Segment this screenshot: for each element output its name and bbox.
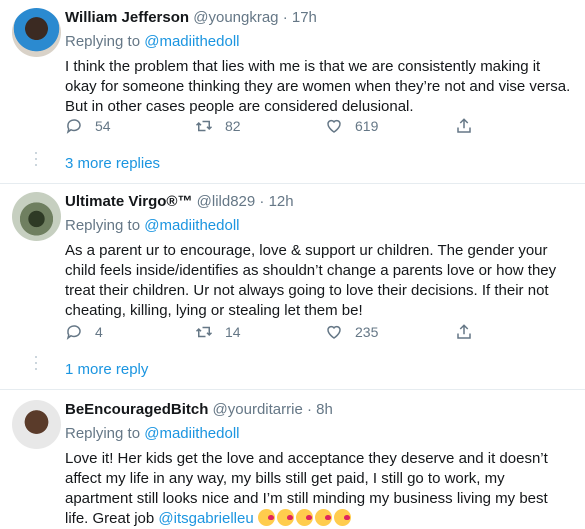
timestamp[interactable]: 8h (316, 401, 333, 418)
user-handle[interactable]: @youngkrag (193, 9, 278, 26)
avatar[interactable] (12, 8, 61, 57)
kiss-emoji-icon (333, 509, 351, 526)
retweet-icon (195, 120, 213, 132)
tweet-actions: 4 14 235 (65, 322, 505, 342)
tweet-text: As a parent ur to encourage, love & supp… (65, 242, 557, 319)
timestamp[interactable]: 12h (269, 193, 294, 210)
like-count: 235 (355, 324, 379, 340)
separator-dot: · (306, 401, 312, 418)
kiss-emoji-icon (257, 509, 275, 526)
show-more-replies-link[interactable]: 1 more reply (65, 361, 148, 378)
display-name[interactable]: Ultimate Virgo®™ (65, 193, 192, 210)
text-mention-link[interactable]: @itsgabrielleu (158, 510, 253, 527)
heart-icon (327, 119, 341, 133)
replying-to: Replying to @madiithedoll (65, 424, 573, 444)
share-icon (457, 324, 471, 339)
tweet-actions: 54 82 619 (65, 116, 505, 136)
like-count: 619 (355, 118, 379, 134)
replying-to-mention[interactable]: @madiithedoll (144, 33, 239, 50)
separator-dot: · (282, 9, 288, 26)
thread-connector-dots (35, 152, 38, 170)
tweet-text: I think the problem that lies with me is… (65, 58, 571, 115)
replying-to-label: Replying to (65, 425, 145, 442)
replying-to: Replying to @madiithedoll (65, 216, 573, 236)
thread-connector-dots (35, 356, 38, 374)
divider (0, 389, 585, 390)
replying-to-mention[interactable]: @madiithedoll (144, 425, 239, 442)
reply-button[interactable]: 54 (65, 116, 195, 136)
retweet-count: 82 (225, 118, 241, 134)
kiss-emoji-icon (276, 509, 294, 526)
tweet-text: Love it! Her kids get the love and accep… (65, 449, 573, 529)
kiss-emoji-icon (295, 509, 313, 526)
heart-icon (327, 325, 341, 339)
display-name[interactable]: BeEncouragedBitch (65, 401, 208, 418)
user-handle[interactable]: @yourditarrie (213, 401, 303, 418)
share-icon (457, 118, 471, 133)
timestamp[interactable]: 17h (292, 9, 317, 26)
avatar[interactable] (12, 400, 61, 449)
user-handle[interactable]: @lild829 (197, 193, 256, 210)
reply-button[interactable]: 4 (65, 322, 195, 342)
replying-to-mention[interactable]: @madiithedoll (144, 217, 239, 234)
like-button[interactable]: 235 (325, 322, 455, 342)
retweet-count: 14 (225, 324, 241, 340)
replying-to: Replying to @madiithedoll (65, 32, 573, 52)
display-name[interactable]: William Jefferson (65, 9, 189, 26)
divider (0, 183, 585, 184)
separator-dot: · (259, 193, 265, 210)
kiss-emoji-icon (314, 509, 332, 526)
show-more-replies-link[interactable]: 3 more replies (65, 155, 160, 172)
reply-icon (66, 119, 81, 134)
replying-to-label: Replying to (65, 33, 145, 50)
like-button[interactable]: 619 (325, 116, 455, 136)
retweet-button[interactable]: 14 (195, 322, 325, 342)
reply-icon (66, 325, 81, 340)
share-button[interactable] (455, 322, 485, 342)
retweet-button[interactable]: 82 (195, 116, 325, 136)
replying-to-label: Replying to (65, 217, 145, 234)
reply-count: 54 (95, 118, 111, 134)
reply-count: 4 (95, 324, 103, 340)
avatar[interactable] (12, 192, 61, 241)
share-button[interactable] (455, 116, 485, 136)
retweet-icon (195, 326, 213, 338)
